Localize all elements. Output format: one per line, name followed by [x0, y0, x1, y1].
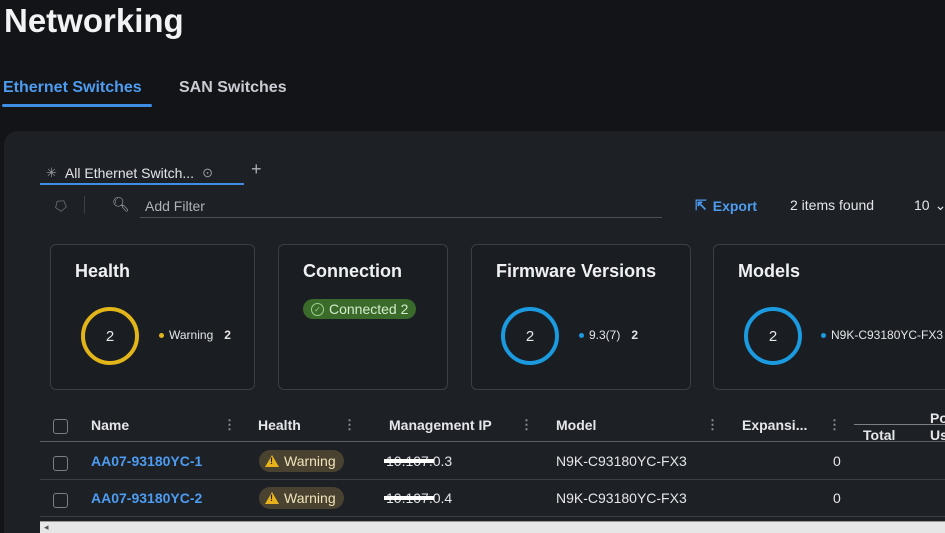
- switch-name-link[interactable]: AA07-93180YC-1: [91, 453, 202, 469]
- filter-bar: ⬠ 🔍︎ ⇱ Export 2 items found 10 ⌄: [40, 190, 945, 220]
- search-icon: 🔍︎: [112, 196, 130, 212]
- firmware-legend-label: 9.3(7): [589, 328, 621, 342]
- ip-suffix: .4: [440, 490, 453, 506]
- health-status-badge: Warning: [259, 450, 344, 472]
- column-header-health[interactable]: Health: [258, 417, 301, 433]
- check-circle-icon: ✓: [311, 302, 324, 316]
- health-donut[interactable]: 2: [81, 307, 139, 365]
- add-filter-input[interactable]: [140, 194, 662, 218]
- page-size-value: 10: [914, 197, 930, 213]
- chevron-down-icon: ⌄: [934, 197, 945, 213]
- column-header-management-ip[interactable]: Management IP: [389, 417, 492, 433]
- asterisk-icon: ✳: [46, 165, 57, 180]
- models-total: 2: [768, 327, 778, 345]
- redaction-strike: [384, 496, 434, 500]
- page-title: Networking: [4, 2, 184, 39]
- column-header-model[interactable]: Model: [556, 417, 596, 433]
- models-donut[interactable]: 2: [744, 307, 802, 365]
- column-menu-icon[interactable]: ⋮: [520, 417, 533, 433]
- column-menu-icon[interactable]: ⋮: [223, 417, 236, 433]
- models-card-title: Models: [738, 261, 801, 281]
- health-legend[interactable]: Warning 2: [159, 328, 231, 342]
- model-cell: N9K-C93180YC-FX3: [556, 453, 687, 469]
- health-total: 2: [105, 327, 115, 345]
- table-header: Name ⋮ Health ⋮ Management IP ⋮ Model ⋮ …: [40, 408, 945, 443]
- firmware-total: 2: [525, 327, 535, 345]
- management-ip: 10.107.0.3: [384, 453, 453, 469]
- firmware-card-title: Firmware Versions: [496, 261, 657, 281]
- horizontal-scrollbar[interactable]: ◂: [40, 521, 945, 533]
- row-checkbox[interactable]: [53, 456, 68, 471]
- active-tab-indicator: [2, 104, 152, 107]
- export-label: Export: [712, 197, 758, 214]
- models-legend-label: N9K-C93180YC-FX3: [831, 328, 944, 342]
- scroll-left-arrow-icon[interactable]: ◂: [44, 522, 49, 533]
- connected-label: Connected 2: [329, 301, 409, 317]
- table-row[interactable]: AA07-93180YC-1 Warning 10.107.0.3 N9K-C9…: [40, 443, 945, 480]
- warning-icon: [265, 492, 279, 504]
- items-found-count: 2 items found: [790, 197, 875, 213]
- management-ip: 10.107.0.4: [384, 490, 453, 506]
- view-tab-indicator: [40, 183, 244, 185]
- tag-icon[interactable]: ⬠: [51, 193, 74, 215]
- firmware-dot-icon: [579, 332, 584, 338]
- divider: [84, 196, 85, 214]
- firmware-card[interactable]: Firmware Versions 2 9.3(7) 2: [471, 244, 691, 390]
- health-card-title: Health: [75, 261, 131, 281]
- column-header-expansion[interactable]: Expansi...: [742, 417, 807, 433]
- models-legend[interactable]: N9K-C93180YC-FX3: [821, 328, 943, 342]
- warning-icon: [265, 455, 279, 467]
- health-status-label: Warning: [284, 490, 336, 506]
- connection-card-title: Connection: [303, 261, 402, 281]
- health-status-badge: Warning: [259, 487, 344, 509]
- health-card[interactable]: Health 2 Warning 2: [50, 244, 255, 390]
- column-header-total[interactable]: Total: [863, 427, 895, 443]
- expansion-cell: 0: [833, 490, 841, 506]
- top-tabs: Ethernet Switches SAN Switches: [0, 76, 945, 108]
- health-legend-label: Warning: [169, 328, 214, 342]
- column-menu-icon[interactable]: ⋮: [343, 417, 356, 433]
- health-legend-count: 2: [224, 328, 231, 342]
- view-tab-label: All Ethernet Switch...: [64, 165, 195, 181]
- health-status-label: Warning: [284, 453, 336, 469]
- column-header-extra-top[interactable]: Po: [930, 410, 945, 426]
- models-card[interactable]: Models 2 N9K-C93180YC-FX3: [713, 244, 945, 390]
- select-all-checkbox[interactable]: [53, 419, 68, 434]
- warning-dot-icon: [159, 332, 164, 338]
- row-checkbox[interactable]: [53, 493, 68, 508]
- switch-name-link[interactable]: AA07-93180YC-2: [91, 490, 202, 506]
- redaction-strike: [384, 459, 434, 463]
- model-cell: N9K-C93180YC-FX3: [556, 490, 687, 506]
- ip-suffix: .3: [440, 453, 453, 469]
- firmware-legend[interactable]: 9.3(7) 2: [579, 328, 638, 342]
- models-dot-icon: [821, 332, 826, 338]
- export-icon: ⇱: [695, 197, 707, 213]
- add-view-button[interactable]: +: [251, 159, 262, 180]
- column-header-name[interactable]: Name: [91, 417, 129, 433]
- table-row[interactable]: AA07-93180YC-2 Warning 10.107.0.4 N9K-C9…: [40, 480, 945, 517]
- firmware-legend-count: 2: [631, 328, 639, 342]
- connected-badge[interactable]: ✓ Connected 2: [303, 299, 417, 319]
- page-size-select[interactable]: 10 ⌄: [914, 197, 945, 214]
- tab-ethernet-switches[interactable]: Ethernet Switches: [3, 79, 142, 97]
- column-menu-icon[interactable]: ⋮: [706, 417, 719, 433]
- tab-san-switches[interactable]: SAN Switches: [179, 79, 287, 97]
- export-button[interactable]: ⇱ Export: [695, 197, 757, 214]
- column-menu-icon[interactable]: ⋮: [828, 417, 841, 433]
- firmware-donut[interactable]: 2: [501, 307, 559, 365]
- column-header-extra-bottom[interactable]: Us: [930, 427, 945, 443]
- connection-card[interactable]: Connection ✓ Connected 2: [278, 244, 448, 390]
- expansion-cell: 0: [833, 453, 841, 469]
- gear-icon[interactable]: ⊙: [202, 165, 213, 181]
